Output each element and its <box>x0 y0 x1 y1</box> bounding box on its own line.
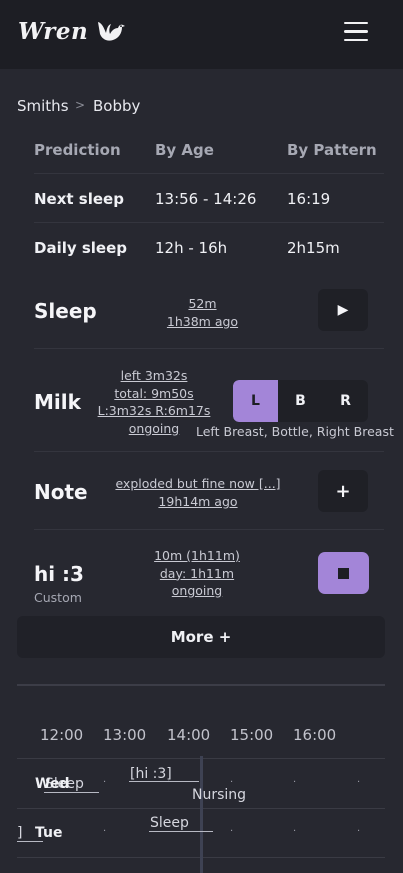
timeline-day-label: Tue <box>35 825 63 841</box>
event-span <box>44 792 99 793</box>
timeline-hour: 12:00 <box>40 726 84 744</box>
event-span <box>129 781 199 782</box>
section-divider <box>17 684 385 686</box>
sleep-duration: 52m <box>188 296 217 311</box>
custom-status: ongoing <box>171 583 223 598</box>
table-divider <box>34 173 384 174</box>
breadcrumb-family[interactable]: Smiths <box>17 97 69 115</box>
milk-status: ongoing <box>128 420 180 436</box>
milk-summary[interactable]: left 3m32s total: 9m50s L:3m32s R:6m17s … <box>96 367 212 437</box>
timeline-event-custom[interactable]: [hi :3] <box>130 766 172 782</box>
sleep-ago: 1h38m ago <box>166 313 239 329</box>
milk-last-side: left 3m32s <box>120 368 188 383</box>
timeline-day-label: Wed <box>35 776 70 792</box>
bird-icon <box>98 21 126 41</box>
hour-tick: . <box>293 774 297 785</box>
milk-legend: Left Breast, Bottle, Right Breast <box>196 424 394 439</box>
custom-day-total: day: 1h11m <box>159 565 235 581</box>
activity-divider <box>34 451 384 452</box>
sleep-summary[interactable]: 52m 1h38m ago <box>165 295 240 330</box>
plus-icon: + <box>335 480 351 502</box>
daily-sleep-by-pattern: 2h15m <box>287 239 340 257</box>
option-right-breast[interactable]: R <box>323 380 368 422</box>
timeline-hour: 16:00 <box>293 726 337 744</box>
hamburger-icon[interactable] <box>344 22 368 44</box>
app-name: Wren <box>18 18 89 45</box>
chevron-right-icon: > <box>75 98 86 112</box>
stop-icon <box>338 567 349 579</box>
hour-tick: . <box>230 774 234 785</box>
timeline-hour: 13:00 <box>103 726 147 744</box>
hour-tick: . <box>103 774 107 785</box>
note-ago: 19h14m ago <box>158 493 238 509</box>
option-bottle[interactable]: B <box>278 380 323 422</box>
hour-tick: . <box>230 823 234 834</box>
header-prediction: Prediction <box>34 141 121 159</box>
note-summary[interactable]: exploded but fine now [...] 19h14m ago <box>110 475 286 510</box>
activity-title: Sleep <box>34 299 97 323</box>
activity-title: Note <box>34 480 88 504</box>
milk-total: total: 9m50s <box>114 385 194 401</box>
more-button[interactable]: More + <box>17 616 385 658</box>
timeline-event-sleep[interactable]: Sleep <box>150 815 189 831</box>
event-span <box>149 831 213 832</box>
milk-source-selector: L B R <box>233 380 368 422</box>
note-text: exploded but fine now [...] <box>115 476 281 491</box>
timeline-hour: 14:00 <box>167 726 211 744</box>
next-sleep-by-pattern: 16:19 <box>287 190 331 208</box>
activity-title: hi :3 <box>34 562 84 586</box>
breadcrumb-child[interactable]: Bobby <box>93 97 140 115</box>
stop-custom-button[interactable] <box>318 552 369 594</box>
table-divider <box>34 222 384 223</box>
start-sleep-button[interactable]: ▶ <box>318 289 368 331</box>
next-sleep-by-age: 13:56 - 14:26 <box>155 190 257 208</box>
hour-tick: . <box>357 774 361 785</box>
row-label-daily-sleep: Daily sleep <box>34 239 128 257</box>
add-note-button[interactable]: + <box>318 470 368 512</box>
timeline-hour: 15:00 <box>230 726 274 744</box>
custom-duration: 10m (1h11m) <box>154 548 240 563</box>
daily-sleep-by-age: 12h - 16h <box>155 239 228 257</box>
play-icon: ▶ <box>337 302 349 318</box>
timeline-event-nursing[interactable]: Nursing <box>192 787 246 803</box>
header-by-pattern: By Pattern <box>287 141 377 159</box>
current-time-marker <box>200 756 203 873</box>
hour-tick: . <box>293 823 297 834</box>
hour-tick: . <box>103 823 107 834</box>
option-left-breast[interactable]: L <box>233 380 278 422</box>
custom-summary[interactable]: 10m (1h11m) day: 1h11m ongoing <box>152 547 242 600</box>
activity-subtitle: Custom <box>34 590 82 605</box>
activity-divider <box>34 348 384 349</box>
timeline-event-continued[interactable]: ] <box>17 825 22 841</box>
activity-divider <box>34 529 384 530</box>
row-label-next-sleep: Next sleep <box>34 190 124 208</box>
app-logo[interactable]: Wren <box>18 18 126 45</box>
top-bar: Wren <box>0 0 403 69</box>
milk-sides: L:3m32s R:6m17s <box>97 403 211 418</box>
activity-title: Milk <box>34 390 81 414</box>
event-span <box>17 841 43 842</box>
hour-tick: . <box>357 823 361 834</box>
header-by-age: By Age <box>155 141 214 159</box>
